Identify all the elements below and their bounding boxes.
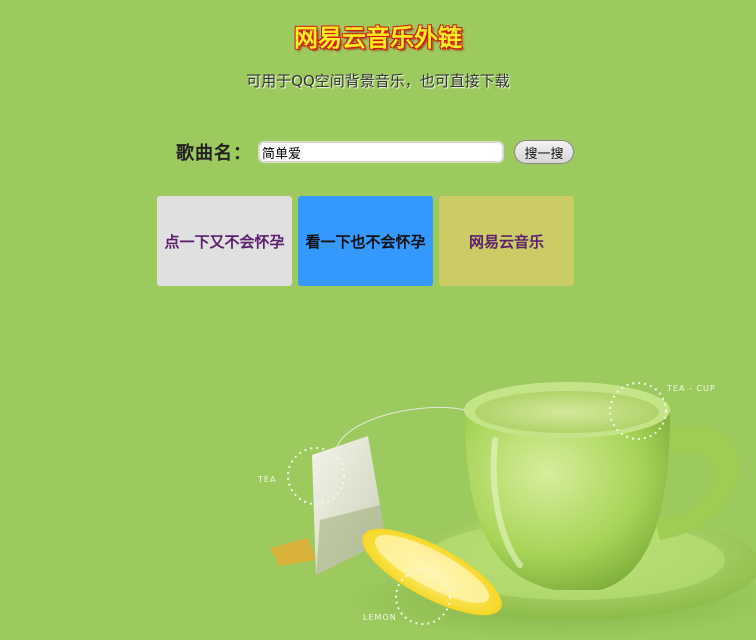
- tea-cup-label: TEA - CUP: [667, 384, 716, 393]
- tea-label: TEA: [258, 475, 277, 484]
- tea-cup-illustration: [270, 382, 756, 640]
- lemon-label: LEMON: [363, 613, 397, 622]
